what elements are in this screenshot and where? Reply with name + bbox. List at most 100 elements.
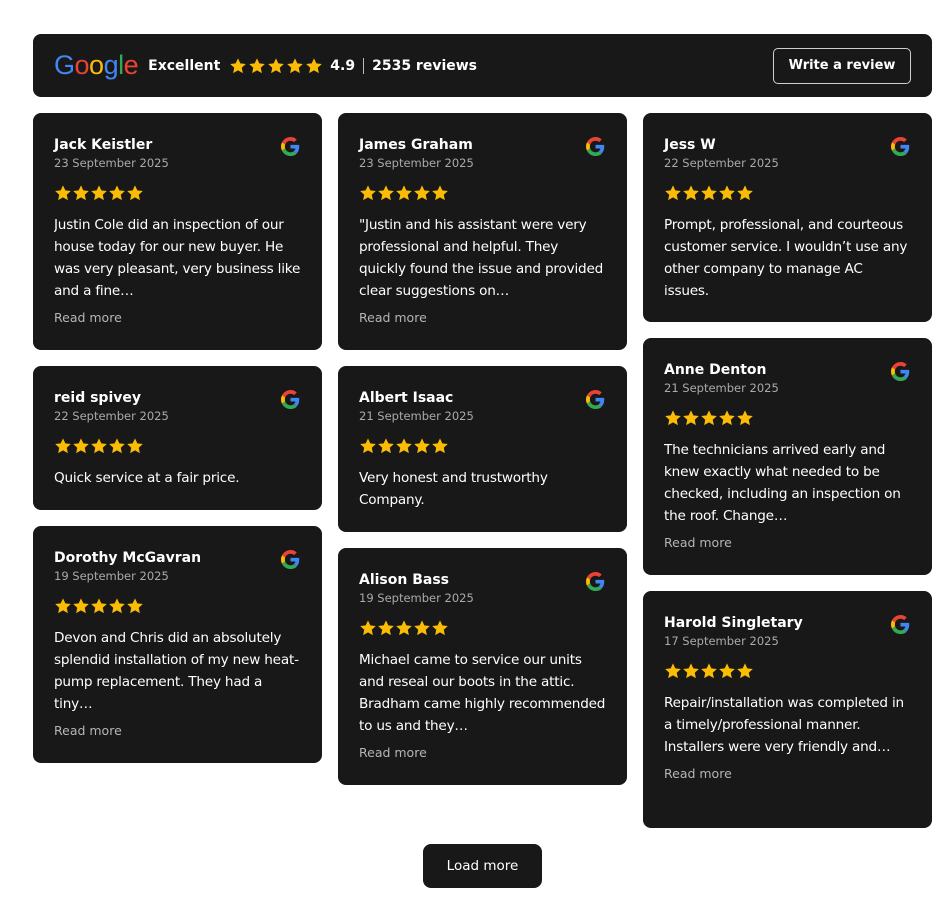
write-review-button[interactable]: Write a review <box>773 47 911 84</box>
read-more-link[interactable]: Read more <box>359 309 606 327</box>
google-g-icon <box>281 390 300 409</box>
review-date: 17 September 2025 <box>664 634 779 648</box>
star-icon <box>73 598 89 614</box>
load-more-button[interactable]: Load more <box>423 844 542 888</box>
review-card: Anne Denton 21 September 2025 The technici… <box>643 338 932 575</box>
summary-stars <box>229 57 323 75</box>
reviewer-name: Albert Isaac <box>359 390 454 406</box>
review-card: Jack Keistler 23 September 2025 Justin Col… <box>33 113 322 350</box>
review-text: Prompt, professional, and courteous cust… <box>664 217 908 299</box>
read-more-link[interactable]: Read more <box>664 765 911 783</box>
star-icon <box>432 620 448 636</box>
reviewer-name: Jack Keistler <box>54 137 153 153</box>
star-icon <box>414 438 430 454</box>
rating-word: Excellent <box>148 57 221 74</box>
google-g-icon <box>281 550 300 569</box>
review-stars <box>54 184 301 202</box>
star-icon <box>109 438 125 454</box>
review-count: 2535 reviews <box>372 57 478 74</box>
review-date: 19 September 2025 <box>359 591 474 605</box>
star-icon <box>91 438 107 454</box>
star-icon <box>396 620 412 636</box>
review-card: James Graham 23 September 2025 "Justin and… <box>338 113 627 350</box>
google-g-icon <box>281 137 300 156</box>
star-icon <box>719 185 735 201</box>
review-stars <box>359 619 606 637</box>
star-icon <box>378 438 394 454</box>
review-date: 21 September 2025 <box>664 381 779 395</box>
star-icon <box>683 410 699 426</box>
star-icon <box>127 185 143 201</box>
google-g-icon <box>586 572 605 591</box>
star-icon <box>230 57 247 73</box>
star-icon <box>683 185 699 201</box>
reviewer-name: Harold Singletary <box>664 615 803 631</box>
star-icon <box>737 663 753 679</box>
review-card: Dorothy McGavran 19 September 2025 Devon a… <box>33 526 322 763</box>
reviewer-name: James Graham <box>359 137 473 153</box>
read-more-link[interactable]: Read more <box>54 309 301 327</box>
star-icon <box>360 438 376 454</box>
star-icon <box>360 620 376 636</box>
divider <box>363 57 365 74</box>
star-icon <box>701 663 717 679</box>
star-icon <box>55 185 71 201</box>
star-icon <box>737 185 753 201</box>
review-date: 19 September 2025 <box>54 569 169 583</box>
star-icon <box>414 185 430 201</box>
read-more-link[interactable]: Read more <box>359 744 606 762</box>
read-more-link[interactable]: Read more <box>664 534 911 552</box>
reviewer-name: Jess W <box>664 137 716 153</box>
review-text: Repair/installation was completed in a t… <box>664 695 904 755</box>
review-text: Michael came to service our units and re… <box>359 652 606 734</box>
reviewer-name: reid spivey <box>54 390 141 406</box>
review-card: Jess W 22 September 2025 Prompt, professio… <box>643 113 932 322</box>
star-icon <box>396 438 412 454</box>
review-stars <box>54 437 301 455</box>
star-icon <box>73 185 89 201</box>
review-date: 22 September 2025 <box>664 156 779 170</box>
star-icon <box>701 185 717 201</box>
star-icon <box>432 185 448 201</box>
star-icon <box>109 185 125 201</box>
google-logo: Google <box>54 50 139 80</box>
star-icon <box>91 598 107 614</box>
star-icon <box>665 410 681 426</box>
review-text: "Justin and his assistant were very prof… <box>359 217 604 299</box>
google-g-icon <box>891 362 910 381</box>
star-icon <box>109 598 125 614</box>
read-more-link[interactable]: Read more <box>54 722 301 740</box>
star-icon <box>73 438 89 454</box>
star-icon <box>414 620 430 636</box>
star-icon <box>378 620 394 636</box>
google-g-icon <box>586 390 605 409</box>
star-icon <box>737 410 753 426</box>
review-text: The technicians arrived early and knew e… <box>664 442 901 524</box>
star-icon <box>306 57 323 73</box>
review-stars <box>664 662 911 680</box>
star-icon <box>396 185 412 201</box>
review-stars <box>664 184 911 202</box>
google-g-icon <box>891 137 910 156</box>
star-icon <box>665 663 681 679</box>
review-text: Devon and Chris did an absolutely splend… <box>54 630 299 712</box>
star-icon <box>249 57 266 73</box>
review-card: Harold Singletary 17 September 2025 Repair… <box>643 591 932 828</box>
review-text: Very honest and trustworthy Company. <box>359 470 548 508</box>
star-icon <box>91 185 107 201</box>
review-card: Alison Bass 19 September 2025 Michael came… <box>338 548 627 785</box>
star-icon <box>665 185 681 201</box>
star-icon <box>55 438 71 454</box>
star-icon <box>55 598 71 614</box>
star-icon <box>719 410 735 426</box>
reviewer-name: Dorothy McGavran <box>54 550 202 566</box>
star-icon <box>127 438 143 454</box>
star-icon <box>268 57 285 73</box>
average-score: 4.9 <box>330 57 356 74</box>
star-icon <box>701 410 717 426</box>
star-icon <box>127 598 143 614</box>
reviewer-name: Anne Denton <box>664 362 767 378</box>
review-date: 23 September 2025 <box>359 156 474 170</box>
review-text: Justin Cole did an inspection of our hou… <box>54 217 301 299</box>
review-stars <box>664 409 911 427</box>
